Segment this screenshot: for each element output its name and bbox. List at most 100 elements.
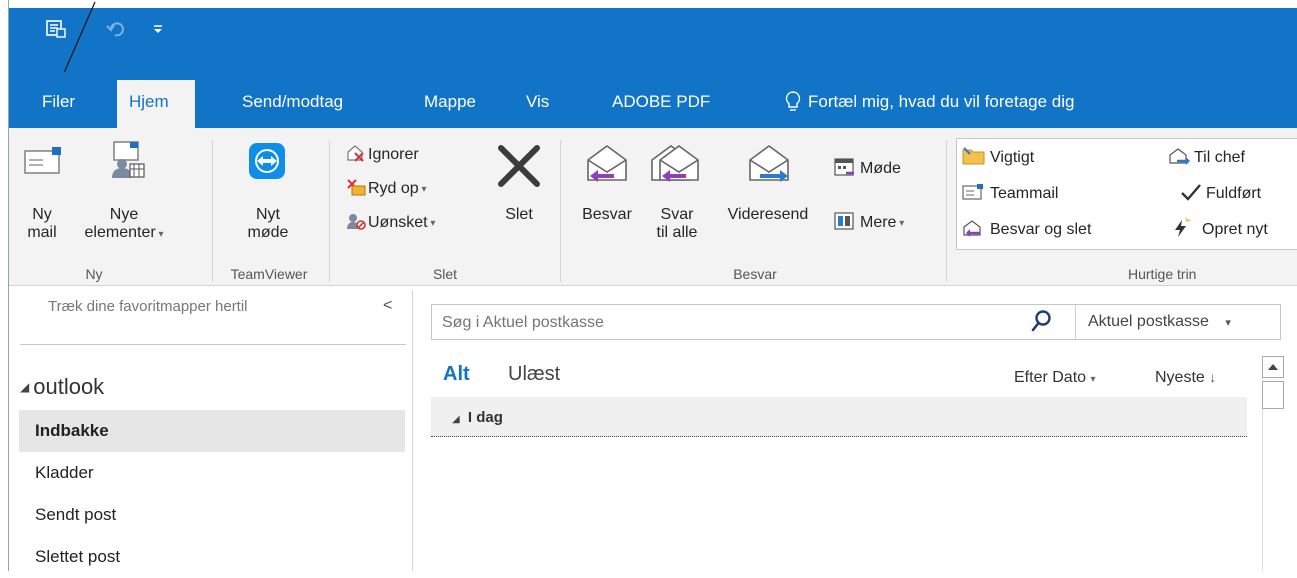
cleanup-label: Ryd op (368, 180, 419, 197)
group-separator (212, 140, 213, 282)
scroll-up-button[interactable] (1262, 356, 1284, 378)
folder-sendt-post[interactable]: Sendt post (19, 494, 405, 536)
tab-mappe[interactable]: Mappe (412, 80, 488, 128)
tell-me-search[interactable]: Fortæl mig, hvad du vil foretage dig (796, 80, 1086, 128)
junk-icon (346, 212, 368, 235)
more-label: Mere (860, 214, 897, 231)
reply-icon (584, 142, 630, 191)
quick-step-opret-nyt[interactable]: Opret nyt (1170, 216, 1268, 244)
quick-step-teammail[interactable]: Teammail (962, 180, 1058, 208)
reply-all-button[interactable]: Svar til alle (642, 136, 712, 258)
quick-step-label: Fuldført (1206, 185, 1262, 202)
forward-label: Videresend (727, 206, 809, 223)
teamviewer-meeting-button[interactable]: Nyt møde (218, 136, 318, 258)
tab-hjem[interactable]: Hjem (117, 80, 195, 128)
new-items-label-1: Nye (109, 206, 139, 223)
sort-order-label: Nyeste (1155, 369, 1205, 386)
reply-button[interactable]: Besvar (572, 136, 642, 258)
junk-button[interactable]: Uønsket ▾ (346, 210, 435, 236)
new-mail-label-1: Ny (32, 206, 52, 223)
arrow-down-icon: ↓ (1209, 369, 1217, 385)
meeting-icon (834, 157, 860, 182)
cleanup-button[interactable]: Ryd op ▾ (346, 176, 427, 202)
dropdown-arrow-icon: ▾ (896, 217, 905, 229)
lightning-icon (1170, 217, 1202, 244)
new-mail-label-2: mail (27, 224, 57, 241)
quick-step-label: Vigtigt (990, 149, 1035, 166)
tab-adobe-pdf[interactable]: ADOBE PDF (600, 80, 722, 128)
scrollbar-thumb[interactable] (1262, 381, 1284, 409)
group-header: ◢ I dag (452, 409, 503, 426)
customize-qat-icon[interactable] (146, 18, 170, 40)
new-items-label-2: elementer (84, 224, 156, 241)
search-input[interactable] (440, 308, 1014, 338)
delete-button[interactable]: Slet (486, 136, 552, 258)
quick-step-label: Til chef (1194, 149, 1245, 166)
tab-send-modtag[interactable]: Send/modtag (230, 80, 355, 128)
reply-all-label-1: Svar (660, 206, 694, 223)
quick-step-label: Besvar og slet (990, 221, 1092, 238)
dropdown-arrow-icon: ▾ (155, 229, 164, 240)
teamviewer-icon (248, 142, 286, 185)
search-scope-label: Aktuel postkasse (1088, 313, 1209, 330)
undo-icon[interactable] (104, 18, 128, 40)
search-scope-dropdown[interactable]: Aktuel postkasse ▾ (1088, 313, 1231, 331)
quick-step-label: Opret nyt (1202, 221, 1268, 238)
search-icon[interactable] (1030, 309, 1052, 338)
chevron-down-icon: ▾ (1090, 374, 1096, 385)
ignore-button[interactable]: Ignorer (346, 142, 419, 168)
sort-by-label: Efter Dato (1014, 369, 1087, 386)
delete-x-icon (497, 144, 541, 193)
group-header-label: I dag (467, 409, 503, 426)
meeting-reply-button[interactable]: Møde (834, 156, 901, 182)
search-divider (1075, 305, 1076, 339)
quick-step-label: Teammail (990, 185, 1059, 202)
tab-vis[interactable]: Vis (514, 80, 561, 128)
junk-label: Uønsket (368, 214, 428, 231)
pane-splitter[interactable] (412, 290, 413, 571)
dropdown-arrow-icon: ▾ (418, 183, 427, 195)
cleanup-icon (346, 178, 368, 201)
forward-icon (746, 142, 792, 191)
reply-all-label-2: til alle (656, 224, 698, 241)
more-button[interactable]: Mere ▾ (834, 210, 904, 236)
new-mail-button[interactable]: Ny mail (14, 136, 70, 258)
group-separator (560, 140, 561, 282)
folder-indbakke[interactable]: Indbakke (19, 410, 405, 452)
quick-step-besvar-og-slet[interactable]: Besvar og slet (962, 216, 1091, 244)
ignore-label: Ignorer (368, 146, 419, 163)
sort-order-toggle[interactable]: Nyeste ↓ (1155, 369, 1216, 387)
expand-triangle-icon: ◢ (20, 380, 30, 394)
favorites-hint: Træk dine favoritmapper hertil (48, 298, 248, 315)
group-header-row[interactable] (431, 397, 1247, 437)
filter-unread[interactable]: Ulæst (508, 363, 560, 386)
meeting-label-2: møde (247, 224, 289, 241)
forward-button[interactable]: Videresend (714, 136, 822, 258)
tab-filer[interactable]: Filer (30, 80, 87, 128)
quick-step-til-chef[interactable]: Til chef (1168, 144, 1245, 172)
meeting-label-1: Nyt (256, 206, 280, 223)
group-label-slet: Slet (432, 266, 458, 282)
ignore-icon (346, 144, 368, 167)
folder-icon (962, 146, 990, 171)
delete-label: Slet (505, 206, 533, 223)
collapse-pane-icon[interactable]: < (383, 297, 392, 315)
folder-kladder[interactable]: Kladder (19, 452, 405, 494)
group-label-teamviewer: TeamViewer (230, 266, 308, 282)
account-header[interactable]: ◢ outlook (20, 374, 104, 400)
folder-slettet-post[interactable]: Slettet post (19, 536, 405, 578)
expand-triangle-icon: ◢ (452, 414, 460, 425)
filter-all[interactable]: Alt (443, 363, 470, 386)
sort-by-dropdown[interactable]: Efter Dato ▾ (1014, 369, 1096, 387)
envelope-icon (24, 146, 62, 181)
group-label-ny: Ny (85, 266, 103, 282)
quick-step-fuldfort[interactable]: Fuldført (1180, 180, 1261, 208)
title-bar (9, 8, 1297, 72)
group-label-hurtige-trin: Hurtige trin (1128, 266, 1197, 282)
forward-mail-icon (1168, 147, 1194, 170)
group-separator (329, 140, 330, 282)
new-items-button[interactable]: Nye elementer ▾ (72, 136, 176, 258)
new-items-icon (106, 140, 146, 185)
more-icon (834, 211, 860, 236)
quick-step-vigtigt[interactable]: Vigtigt (962, 144, 1034, 172)
